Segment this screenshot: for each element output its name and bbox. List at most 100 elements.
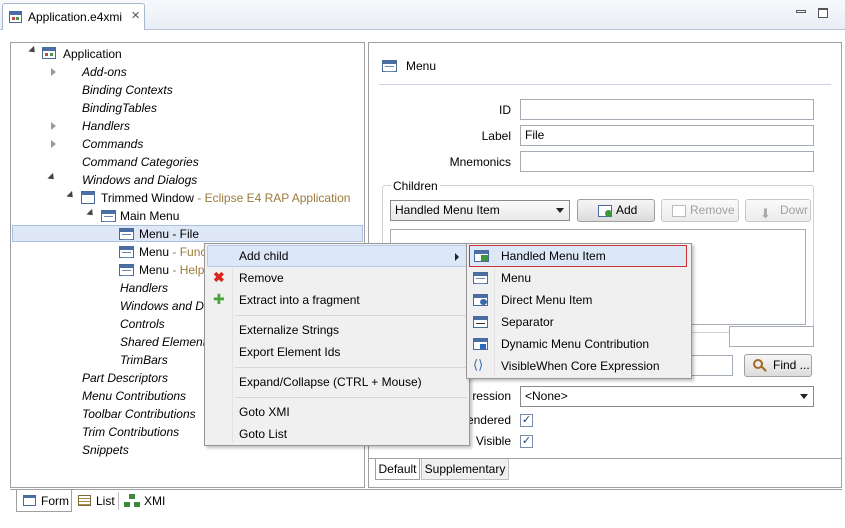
detail-title: Menu [406, 59, 437, 73]
tree-item-bindingtables[interactable]: BindingTables [82, 99, 157, 117]
xmi-tree-icon [124, 494, 140, 507]
submenu-item-visiblewhen[interactable]: ⟨⟩ VisibleWhen Core Expression [469, 355, 687, 377]
close-icon[interactable]: ✕ [131, 11, 141, 22]
visible-checkbox[interactable]: ✓ [520, 435, 533, 448]
menu-icon [101, 210, 116, 222]
add-button[interactable]: Add [577, 199, 655, 222]
puzzle-icon: ✚ [213, 291, 225, 307]
tab-form[interactable]: Form [16, 490, 72, 512]
tree-item-menu-func[interactable]: Menu - Func [139, 243, 206, 261]
tree-item-commands[interactable]: Commands [82, 135, 143, 153]
rendered-checkbox[interactable]: ✓ [520, 414, 533, 427]
tab-list[interactable]: List [74, 490, 118, 512]
tab-default[interactable]: Default [375, 459, 420, 480]
menu-item-add-child-label: Add child [239, 249, 289, 263]
tree-item-window-handlers[interactable]: Handlers [120, 279, 168, 297]
move-down-button[interactable]: ⬇ Dowr [745, 199, 811, 222]
add-child-submenu: Handled Menu Item Menu Direct Menu Item … [466, 243, 692, 379]
tab-xmi-label: XMI [144, 494, 166, 508]
menu-item-goto-list-label: Goto List [239, 427, 288, 441]
menu-item-remove-label: Remove [239, 271, 284, 285]
tree-item-binding-contexts[interactable]: Binding Contexts [82, 81, 173, 99]
menu-item-add-child[interactable]: Add child [207, 245, 467, 267]
menu-item-expand-collapse[interactable]: Expand/Collapse (CTRL + Mouse) [207, 371, 467, 393]
editor-tab[interactable]: Application.e4xmi ✕ [2, 3, 145, 30]
menu-separator [235, 315, 467, 316]
menu-item-remove[interactable]: ✖ Remove [207, 267, 467, 289]
tree-item-toolbar-contributions[interactable]: Toolbar Contributions [82, 405, 196, 423]
submenu-item-handled-menu-item[interactable]: Handled Menu Item [469, 245, 687, 267]
mnemonics-label: Mnemonics [449, 155, 511, 169]
tree-item-handlers[interactable]: Handlers [82, 117, 130, 135]
menu-icon [119, 228, 134, 240]
expand-arrow-icon[interactable] [51, 140, 56, 148]
collapse-arrow-icon[interactable] [86, 208, 96, 219]
submenu-item-separator[interactable]: Separator [469, 311, 687, 333]
tab-supplementary[interactable]: Supplementary [421, 459, 509, 480]
tree-item-menu-contributions[interactable]: Menu Contributions [82, 387, 186, 405]
menu-item-externalize[interactable]: Externalize Strings [207, 319, 467, 341]
label-field[interactable]: File [520, 125, 814, 146]
expand-arrow-icon[interactable] [28, 45, 38, 56]
submenu-item-direct-menu-item[interactable]: Direct Menu Item [469, 289, 687, 311]
collapse-arrow-icon[interactable] [47, 172, 57, 183]
menu-item-extract[interactable]: ✚ Extract into a fragment [207, 289, 467, 311]
tree-item-addons[interactable]: Add-ons [82, 63, 127, 81]
submenu-item-dynamic-contribution[interactable]: Dynamic Menu Contribution [469, 333, 687, 355]
id-label: ID [499, 103, 511, 117]
menu-item-externalize-label: Externalize Strings [239, 323, 340, 337]
tree-item-trim-contributions[interactable]: Trim Contributions [82, 423, 179, 441]
expression-icon: ⟨⟩ [473, 357, 484, 372]
search-icon-handle [761, 366, 767, 372]
remove-button[interactable]: Remove [661, 199, 739, 222]
tab-form-label: Form [41, 494, 69, 508]
direct-menu-item-icon [473, 294, 488, 306]
extra-field[interactable] [729, 326, 814, 347]
expression-select[interactable]: <None> [520, 386, 814, 407]
tree-item-snippets[interactable]: Snippets [82, 441, 129, 459]
maximize-icon[interactable] [818, 8, 828, 18]
menu-item-goto-list[interactable]: Goto List [207, 423, 467, 445]
chevron-down-icon [556, 208, 564, 213]
menu-item-goto-xmi-label: Goto XMI [239, 405, 290, 419]
find-button[interactable]: Find ... [744, 354, 812, 377]
add-button-label: Add [616, 203, 638, 217]
minimize-icon[interactable] [796, 10, 806, 13]
tree-item-windows-dialogs[interactable]: Windows and Dialogs [82, 171, 197, 189]
core-expression-field[interactable] [691, 355, 733, 376]
menu-item-export-ids[interactable]: Export Element Ids [207, 341, 467, 363]
application-icon [42, 47, 56, 59]
tree-item-menu-help[interactable]: Menu - Help [139, 261, 204, 279]
menu-func-label: Menu [139, 245, 170, 259]
expand-arrow-icon[interactable] [51, 122, 56, 130]
tree-item-application[interactable]: Application [63, 45, 122, 63]
submenu-item-menu-label: Menu [501, 271, 532, 285]
add-item-icon [598, 205, 612, 217]
expand-arrow-icon[interactable] [51, 68, 56, 76]
id-field[interactable] [520, 99, 814, 120]
tab-default-label: Default [378, 462, 417, 476]
tree-item-controls[interactable]: Controls [120, 315, 165, 333]
tree-item-trimbars[interactable]: TrimBars [120, 351, 168, 369]
tree-item-command-categories[interactable]: Command Categories [82, 153, 199, 171]
children-type-select[interactable]: Handled Menu Item [390, 200, 570, 221]
submenu-item-menu[interactable]: Menu [469, 267, 687, 289]
trimmed-window-label: Trimmed Window [101, 191, 194, 205]
menu-item-extract-label: Extract into a fragment [239, 293, 360, 307]
tree-item-main-menu[interactable]: Main Menu [120, 207, 179, 225]
collapse-arrow-icon[interactable] [66, 190, 76, 201]
tab-xmi[interactable]: XMI [120, 490, 166, 512]
menu-item-expand-collapse-label: Expand/Collapse (CTRL + Mouse) [239, 375, 422, 389]
window-icon [81, 191, 95, 204]
tree-item-menu-file[interactable]: Menu - File [139, 225, 199, 243]
menu-item-goto-xmi[interactable]: Goto XMI [207, 401, 467, 423]
tree-item-shared-elements[interactable]: Shared Elements [120, 333, 212, 351]
tree-item-windows-and-d[interactable]: Windows and D [120, 297, 204, 315]
remove-icon: ✖ [213, 269, 225, 285]
title-divider [379, 84, 831, 85]
tree-item-trimmed-window[interactable]: Trimmed Window - Eclipse E4 RAP Applicat… [101, 189, 350, 207]
menu-item-export-ids-label: Export Element Ids [239, 345, 341, 359]
tree-item-part-descriptors[interactable]: Part Descriptors [82, 369, 168, 387]
mnemonics-field[interactable] [520, 151, 814, 172]
e4xmi-file-icon [9, 11, 22, 23]
